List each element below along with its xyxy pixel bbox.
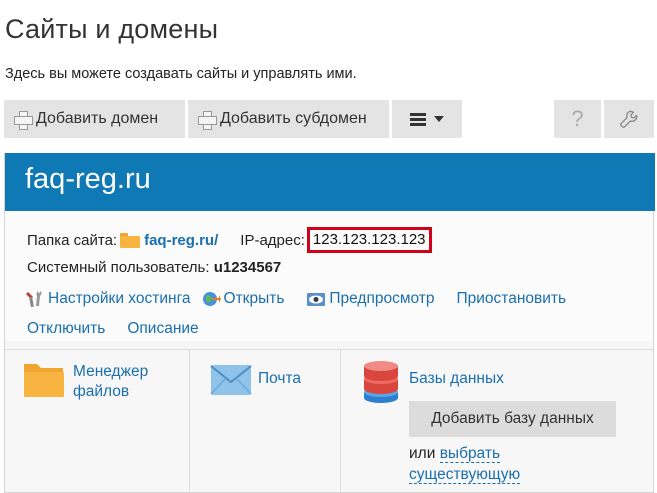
ip-label: IP-адрес: [240,231,305,249]
disable-label: Отключить [27,320,106,337]
folder-link[interactable]: faq-reg.ru/ [144,232,218,249]
folder-ip-row: Папка сайта: faq-reg.ru/ IP-адрес: 123.1… [27,227,432,253]
domain-header: faq-reg.ru [5,153,655,211]
hamburger-icon [410,113,426,126]
globe-arrow-icon [202,292,221,306]
system-user-row: Системный пользователь: u1234567 [27,259,281,276]
folder-icon [120,232,141,248]
wrench-icon [620,110,638,128]
eye-icon [307,293,326,306]
caret-down-icon [434,116,444,122]
question-icon: ? [571,106,584,131]
help-button[interactable]: ? [554,100,601,138]
file-manager-label-2: файлов [73,383,130,400]
ip-address-value: 123.123.123.123 [306,227,432,253]
file-manager-link[interactable]: Менеджер файлов [73,362,148,402]
file-manager-label-1: Менеджер [73,363,149,380]
suspend-label: Приостановить [456,290,567,307]
add-domain-label: Добавить домен [36,110,159,127]
open-label: Открыть [223,290,285,307]
tile-divider [189,350,190,493]
toolbar: Добавить домен Добавить субдомен ? [4,100,654,138]
tools-button[interactable] [604,100,654,138]
add-subdomain-button[interactable]: Добавить субдомен [188,100,389,138]
hosting-settings-label: Настройки хостинга [48,290,191,307]
folder-label: Папка сайта: [27,231,118,249]
tools-icon [26,291,42,308]
add-subdomain-label: Добавить субдомен [220,110,367,127]
plus-icon [14,110,33,130]
tile-divider [340,350,341,493]
description-link[interactable]: Описание [127,320,198,338]
page-subtitle: Здесь вы можете создавать сайты и управл… [5,66,357,82]
domain-actions-row1: Настройки хостинга Открыть Предпросмотр [25,290,566,308]
disable-link[interactable]: Отключить [27,320,105,338]
suspend-link[interactable]: Приостановить [457,290,567,308]
choose-existing-link-2[interactable]: существующую [409,466,521,484]
mail-envelope-icon[interactable] [210,364,252,396]
page-title: Сайты и домены [5,14,219,44]
more-menu-button[interactable] [392,100,462,138]
or-label: или [409,445,436,462]
add-database-button[interactable]: Добавить базу данных [409,401,616,437]
domain-card: faq-reg.ru Папка сайта: faq-reg.ru/ IP-а… [4,153,655,493]
databases-link[interactable]: Базы данных [409,369,504,389]
domain-info: Папка сайта: faq-reg.ru/ IP-адрес: 123.1… [5,211,653,341]
choose-existing-link-1[interactable]: выбрать [439,445,501,463]
database-icon[interactable] [362,359,400,403]
mail-link[interactable]: Почта [258,369,301,389]
open-link[interactable]: Открыть [201,290,285,308]
domain-name: faq-reg.ru [25,163,151,195]
domain-actions-row2: Отключить Описание [27,320,199,338]
description-label: Описание [127,320,199,337]
file-manager-folder-icon[interactable] [23,360,65,398]
system-user-label: Системный пользователь: [27,259,210,276]
preview-label: Предпросмотр [329,290,435,307]
choose-existing-db: или выбрать существующую [409,443,521,485]
system-user-value: u1234567 [213,259,282,276]
add-domain-button[interactable]: Добавить домен [4,100,185,138]
preview-link[interactable]: Предпросмотр [306,290,435,308]
hosting-settings-link[interactable]: Настройки хостинга [25,290,191,308]
plus-icon [198,110,217,130]
